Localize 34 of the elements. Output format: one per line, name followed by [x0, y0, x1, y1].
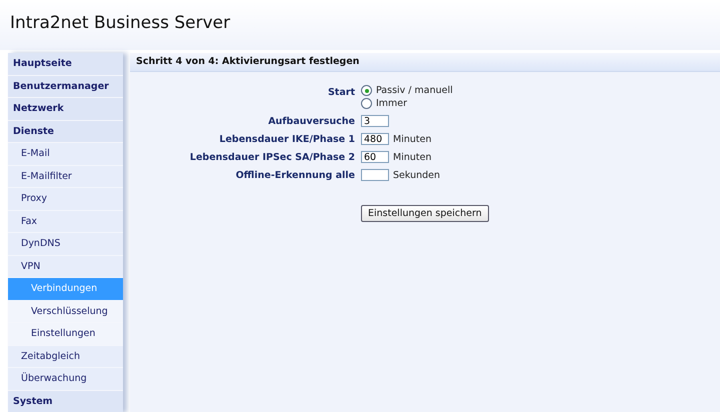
- unit-label: Minuten: [393, 134, 432, 144]
- sidebar-item[interactable]: Hauptseite: [8, 53, 123, 76]
- sidebar-item[interactable]: DynDNS: [8, 233, 123, 256]
- input-field[interactable]: 3: [361, 115, 389, 127]
- logo: Intra2net Business Server: [10, 12, 230, 32]
- input-field[interactable]: [361, 169, 389, 181]
- unit-label: Minuten: [393, 152, 432, 162]
- sidebar-item[interactable]: Dienste: [8, 120, 123, 143]
- sidebar-item[interactable]: Benutzermanager: [8, 76, 123, 98]
- sidebar-item[interactable]: System: [8, 390, 123, 412]
- sidebar-item[interactable]: E-Mailfilter: [8, 166, 123, 188]
- sidebar-item[interactable]: Einstellungen: [8, 323, 123, 346]
- input-field[interactable]: 480: [361, 133, 389, 145]
- input-field[interactable]: 60: [361, 151, 389, 163]
- sidebar-item[interactable]: Zeitabgleich: [8, 346, 123, 368]
- sidebar-item[interactable]: Fax: [8, 210, 123, 233]
- sidebar-item[interactable]: VPN: [8, 256, 123, 278]
- field-label: Aufbauversuche: [267, 116, 355, 126]
- radio-label[interactable]: Passiv / manuell: [376, 85, 453, 96]
- radio-button[interactable]: [361, 85, 372, 96]
- sidebar-item[interactable]: Proxy: [8, 188, 123, 210]
- field-label: Offline-Erkennung alle: [234, 170, 355, 180]
- radio-button[interactable]: [361, 98, 372, 109]
- radio-label[interactable]: Immer: [376, 98, 408, 109]
- sidebar-item[interactable]: E-Mail: [8, 143, 123, 166]
- field-label: Lebensdauer IKE/Phase 1: [218, 134, 355, 144]
- sidebar-item[interactable]: Überwachung: [8, 368, 123, 390]
- field-label: Lebensdauer IPSec SA/Phase 2: [188, 152, 355, 162]
- sidebar-item[interactable]: Verschlüsselung: [8, 300, 123, 323]
- panel-title: Schritt 4 von 4: Aktivierungsart festlegen: [130, 53, 720, 72]
- sidebar-item[interactable]: Netzwerk: [8, 98, 123, 120]
- unit-label: Sekunden: [393, 170, 440, 180]
- field-label: Start: [326, 86, 355, 98]
- save-button[interactable]: Einstellungen speichern: [361, 205, 489, 222]
